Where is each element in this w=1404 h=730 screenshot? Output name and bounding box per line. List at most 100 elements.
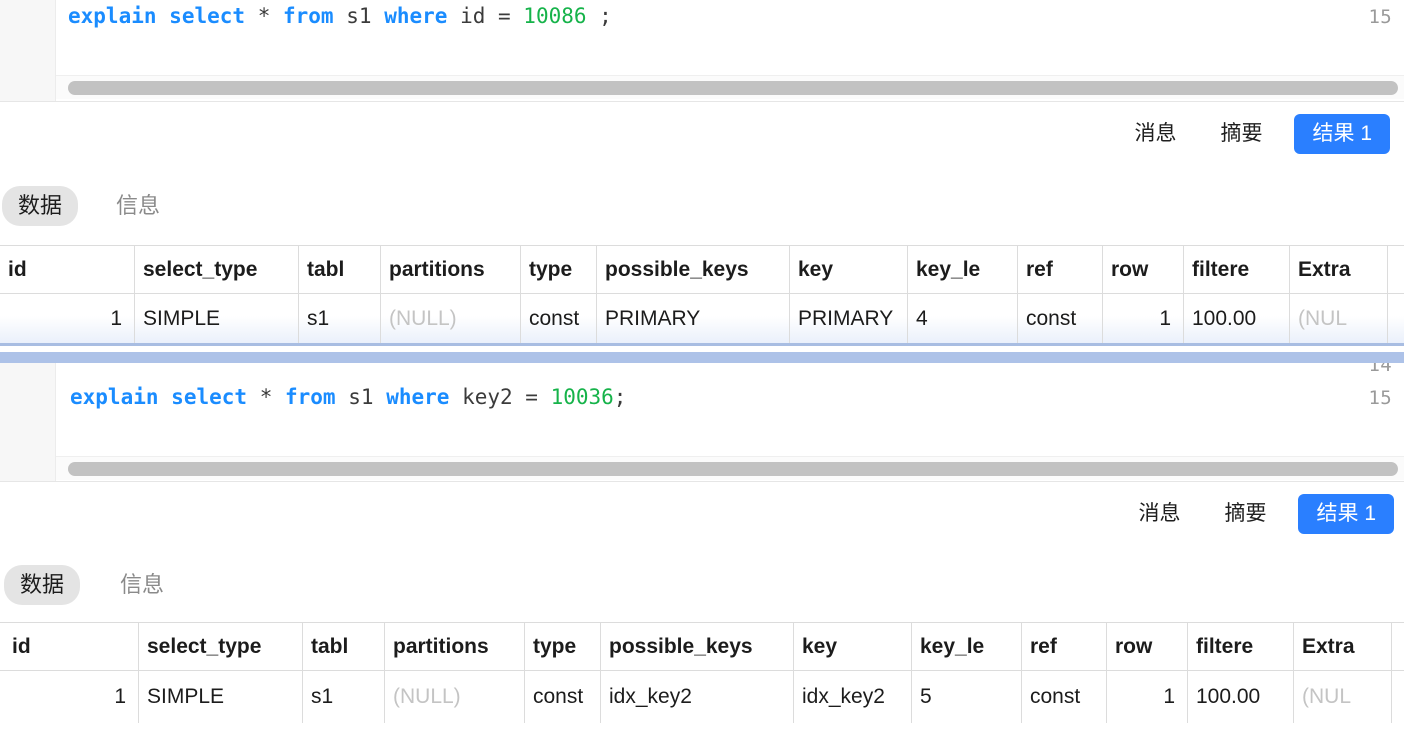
result-grid-2[interactable]: id select_type tabl partitions type possible_… [0,622,1404,723]
column-header-filtere[interactable]: filtere [1188,623,1294,670]
table-cell-type[interactable]: const [525,671,601,723]
column-header-row[interactable]: row [1103,246,1184,293]
editor-2-hscrollbar-thumb[interactable] [68,462,1398,476]
tab-messages-1[interactable]: 消息 [1112,114,1198,154]
table-cell-key_le[interactable]: 4 [908,294,1018,343]
editor-2-line-number-partial: 14 [1368,363,1392,376]
code-token: explain [70,385,159,409]
table-cell-partitions[interactable]: (NULL) [381,294,521,343]
tab-result-1[interactable]: 结果 1 [1294,114,1390,154]
column-header-id[interactable]: id [4,623,139,670]
column-header-ref[interactable]: ref [1018,246,1103,293]
column-header-tabl[interactable]: tabl [299,246,381,293]
column-header-type[interactable]: type [521,246,597,293]
tab-result-2[interactable]: 结果 1 [1298,494,1394,534]
pill-tab-data-1[interactable]: 数据 [2,186,79,226]
code-token: id [460,4,486,28]
code-token: s1 [348,385,374,409]
table-cell-key[interactable]: PRIMARY [790,294,908,343]
column-header-partitions[interactable]: partitions [385,623,525,670]
code-token: key2 [462,385,513,409]
code-token: from [283,4,334,28]
table-cell-ref[interactable]: const [1018,294,1103,343]
result-grid-1[interactable]: id select_type tabl partitions type possible_… [0,245,1404,346]
editor-1-hscrollbar-track[interactable] [56,75,1404,99]
column-header-type[interactable]: type [525,623,601,670]
column-header-select_type[interactable]: select_type [139,623,303,670]
code-token: = [512,385,551,409]
column-header-key[interactable]: key [790,246,908,293]
tab-messages-2[interactable]: 消息 [1116,494,1202,534]
pill-tab-info-1[interactable]: 信息 [100,186,176,226]
code-token: * [259,385,273,409]
code-token: 10086 [523,4,587,28]
table-cell-select_type[interactable]: SIMPLE [139,671,303,723]
result-tabbar-1: 消息 摘要 结果 1 [0,101,1404,165]
column-header-Extra[interactable]: Extra [1290,246,1388,293]
column-header-id[interactable]: id [0,246,135,293]
table-cell-key_le[interactable]: 5 [912,671,1022,723]
sql-editor-1[interactable]: 15 explain select * from s1 where id = 1… [0,0,1404,101]
column-header-possible_keys[interactable]: possible_keys [597,246,790,293]
column-header-select_type[interactable]: select_type [135,246,299,293]
code-token: * [257,4,271,28]
code-token: from [285,385,336,409]
column-header-key_le[interactable]: key_le [908,246,1018,293]
table-cell-id[interactable]: 1 [4,671,139,723]
table-row[interactable]: 1 SIMPLE s1 (NULL) const PRIMARY PRIMARY 4 const… [0,294,1404,346]
table-cell-partitions[interactable]: (NULL) [385,671,525,723]
code-token: 10036 [550,385,614,409]
pill-tab-info-2[interactable]: 信息 [104,565,180,605]
table-cell-ref[interactable]: const [1022,671,1107,723]
editor-2-hscrollbar-track[interactable] [56,456,1404,480]
editor-1-line-number: 15 [1368,6,1392,28]
column-header-Extra[interactable]: Extra [1294,623,1392,670]
table-cell-type[interactable]: const [521,294,597,343]
table-cell-tabl[interactable]: s1 [303,671,385,723]
column-header-key_le[interactable]: key_le [912,623,1022,670]
table-cell-possible_keys[interactable]: idx_key2 [601,671,794,723]
pill-tabbar-2: 数据 信息 [0,551,1404,613]
code-token: ; [613,385,627,409]
code-token: explain [68,4,157,28]
column-header-possible_keys[interactable]: possible_keys [601,623,794,670]
column-header-filtere[interactable]: filtere [1184,246,1290,293]
sql-editor-2[interactable]: 14 15 explain select * from s1 where key… [0,363,1404,481]
table-header-row: id select_type tabl partitions type possible_… [0,623,1404,671]
table-cell-id[interactable]: 1 [0,294,135,343]
table-cell-key[interactable]: idx_key2 [794,671,912,723]
pill-tabbar-1: 数据 信息 [0,172,1404,234]
result-tabbar-2: 消息 摘要 结果 1 [0,481,1404,545]
table-cell-Extra[interactable]: (NUL [1294,671,1392,723]
editor-2-code-line[interactable]: explain select * from s1 where key2 = 10… [70,385,626,409]
column-header-row[interactable]: row [1107,623,1188,670]
code-token: where [384,4,448,28]
editor-1-code-line[interactable]: explain select * from s1 where id = 1008… [68,4,612,28]
editor-1-gutter [0,0,56,101]
table-cell-select_type[interactable]: SIMPLE [135,294,299,343]
column-header-partitions[interactable]: partitions [381,246,521,293]
tab-summary-1[interactable]: 摘要 [1198,114,1284,154]
table-row[interactable]: 1 SIMPLE s1 (NULL) const idx_key2 idx_key2 5 con… [0,671,1404,723]
table-cell-row[interactable]: 1 [1107,671,1188,723]
tab-summary-2[interactable]: 摘要 [1202,494,1288,534]
table-cell-filtere[interactable]: 100.00 [1184,294,1290,343]
pane-divider[interactable] [0,352,1404,363]
column-header-key[interactable]: key [794,623,912,670]
pill-tab-data-2[interactable]: 数据 [4,565,81,605]
table-cell-row[interactable]: 1 [1103,294,1184,343]
table-cell-filtere[interactable]: 100.00 [1188,671,1294,723]
editor-1-hscrollbar-thumb[interactable] [68,81,1398,95]
table-cell-possible_keys[interactable]: PRIMARY [597,294,790,343]
table-cell-Extra[interactable]: (NUL [1290,294,1388,343]
column-header-ref[interactable]: ref [1022,623,1107,670]
table-cell-tabl[interactable]: s1 [299,294,381,343]
column-header-tabl[interactable]: tabl [303,623,385,670]
code-token: where [386,385,450,409]
